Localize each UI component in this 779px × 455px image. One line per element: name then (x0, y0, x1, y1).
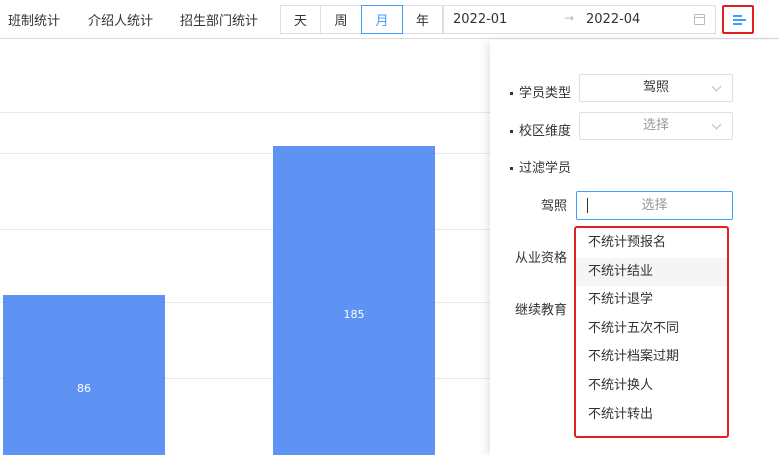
bullet (510, 167, 513, 170)
student-type-label: 学员类型 (510, 82, 571, 101)
campus-placeholder: 选择 (642, 118, 669, 133)
campus-label-text: 校区维度 (519, 124, 572, 139)
menu-line (733, 23, 742, 25)
text-caret (587, 198, 588, 213)
student-type-select[interactable]: 驾照 (579, 74, 733, 102)
dropdown-option[interactable]: 不统计换人 (576, 372, 727, 400)
campus-label: 校区维度 (510, 120, 571, 139)
period-year-button[interactable]: 年 (402, 5, 443, 34)
bullet (510, 130, 513, 133)
filter-menu-button[interactable] (722, 5, 754, 34)
dropdown-option[interactable]: 不统计退学 (576, 286, 727, 314)
toolbar-divider (0, 38, 779, 39)
license-placeholder: 选择 (641, 198, 668, 213)
date-range-end[interactable]: 2022-04 (586, 12, 640, 27)
chart-bar (3, 294, 165, 455)
license-label: 驾照 (541, 199, 568, 214)
date-range-picker[interactable]: 2022-01 → 2022-04 (443, 5, 716, 34)
calendar-icon[interactable] (694, 14, 705, 25)
qualification-label: 从业资格 (515, 251, 568, 266)
dropdown-option[interactable]: 不统计转出 (576, 401, 727, 429)
top-toolbar: 班制统计 介绍人统计 招生部门统计 天 周 月 年 2022-01 → 2022… (0, 0, 779, 38)
filter-students-label: 过滤学员 (510, 157, 571, 176)
filter-students-label-text: 过滤学员 (519, 161, 572, 176)
student-type-label-text: 学员类型 (519, 86, 572, 101)
student-type-value: 驾照 (642, 80, 669, 95)
bullet (510, 92, 513, 95)
continuing-edu-label: 继续教育 (515, 303, 568, 318)
chart-bar (273, 146, 435, 455)
date-range-separator: → (564, 11, 575, 25)
tab-referrer-stats[interactable]: 介绍人统计 (88, 10, 153, 29)
bar-value-label: 86 (77, 382, 91, 395)
period-selector: 天 周 月 年 (280, 5, 443, 34)
menu-lines-icon (733, 15, 742, 17)
period-week-button[interactable]: 周 (320, 5, 362, 34)
dropdown-option[interactable]: 不统计结业 (576, 258, 727, 286)
period-month-button[interactable]: 月 (361, 5, 403, 34)
tab-class-stats[interactable]: 班制统计 (8, 10, 60, 29)
dropdown-option[interactable]: 不统计五次不同 (576, 315, 727, 343)
menu-line (733, 19, 746, 21)
bar-value-label: 185 (343, 308, 365, 321)
tab-recruit-dept-stats[interactable]: 招生部门统计 (180, 10, 258, 29)
campus-select[interactable]: 选择 (579, 112, 733, 140)
license-filter-input[interactable]: 选择 (576, 191, 733, 220)
license-filter-dropdown: 不统计预报名 不统计结业 不统计退学 不统计五次不同 不统计档案过期 不统计换人… (574, 226, 729, 438)
dropdown-option[interactable]: 不统计档案过期 (576, 343, 727, 371)
dropdown-option[interactable]: 不统计预报名 (576, 229, 727, 257)
date-range-start[interactable]: 2022-01 (453, 12, 507, 27)
period-day-button[interactable]: 天 (280, 5, 321, 34)
